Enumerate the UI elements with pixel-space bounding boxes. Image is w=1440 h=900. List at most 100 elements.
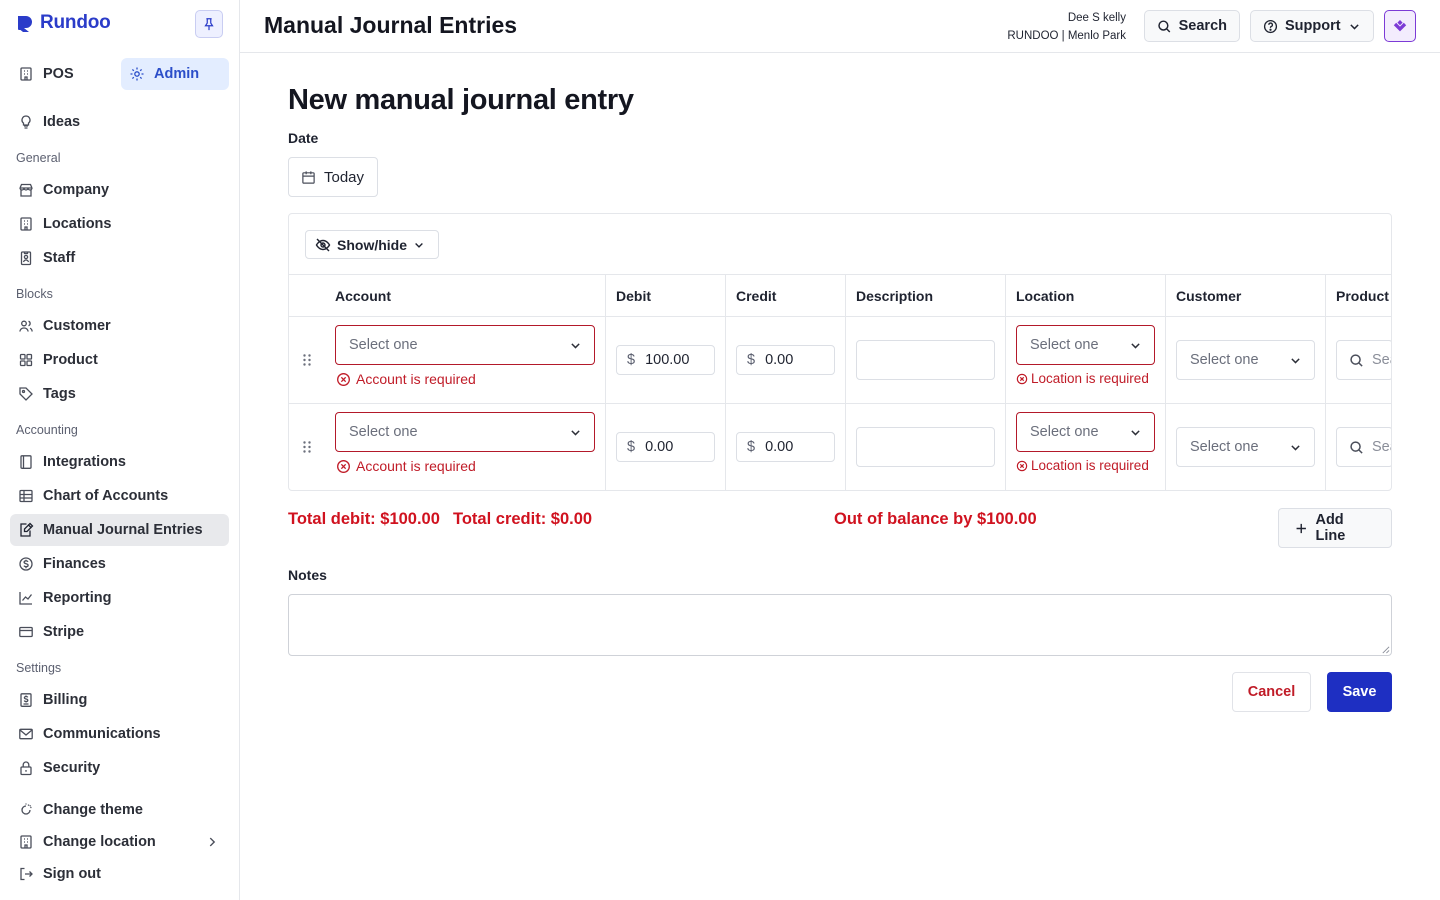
rundoo-logo[interactable]: Rundoo: [16, 12, 111, 34]
description-input[interactable]: [856, 427, 995, 467]
sidebar-item-label: Company: [43, 182, 110, 198]
user-avatar-button[interactable]: [1384, 10, 1416, 42]
grid-icon: [19, 353, 33, 367]
date-picker-button[interactable]: Today: [288, 157, 378, 197]
account-error-text: Account is required: [356, 371, 476, 387]
sidebar-item-ideas[interactable]: Ideas: [10, 106, 229, 138]
mode-pos-button[interactable]: POS: [10, 58, 115, 90]
sidebar-item-label: Product: [43, 352, 98, 368]
sidebar-item-label: Staff: [43, 250, 76, 266]
description-input[interactable]: [856, 340, 995, 380]
store-icon: [19, 183, 33, 197]
account-error: Account is required: [336, 371, 476, 387]
pin-sidebar-button[interactable]: [195, 10, 223, 38]
building-icon: [20, 835, 32, 849]
help-circle-icon: [1263, 19, 1278, 33]
sidebar-item-finances[interactable]: Finances: [10, 548, 229, 580]
sign-out-icon: [20, 867, 33, 881]
sidebar-item-manual-journal-entries[interactable]: Manual Journal Entries: [10, 514, 229, 546]
debit-value: 100.00: [645, 352, 690, 368]
sidebar-item-label: Security: [43, 760, 101, 776]
users-icon: [19, 320, 33, 332]
show-hide-columns-button[interactable]: Show/hide: [305, 230, 439, 259]
sidebar-item-change-location[interactable]: Change location: [10, 826, 229, 858]
sidebar-item-communications[interactable]: Communications: [10, 718, 229, 750]
location-select[interactable]: Select one: [1016, 412, 1155, 452]
cancel-button[interactable]: Cancel: [1232, 672, 1311, 712]
error-circle-icon: [1016, 373, 1028, 384]
mode-admin-button[interactable]: Admin: [121, 58, 229, 90]
sidebar-item-label: Finances: [43, 556, 106, 572]
sidebar-item-stripe[interactable]: Stripe: [10, 616, 229, 648]
sidebar-item-security[interactable]: Security: [10, 752, 229, 784]
debit-input[interactable]: $ 0.00: [616, 432, 715, 462]
save-button[interactable]: Save: [1327, 672, 1392, 712]
section-label-general: General: [16, 151, 61, 165]
table-row: Select one Account is required $ 0.00 $ …: [289, 404, 1391, 490]
journal-lines-table: Show/hide Account Debit Credit Descripti…: [288, 213, 1392, 491]
date-label: Date: [288, 130, 319, 146]
sidebar-item-label: Customer: [43, 318, 111, 334]
account-select-placeholder: Select one: [349, 424, 418, 440]
error-circle-icon: [337, 459, 350, 473]
column-header-location: Location: [1016, 288, 1075, 304]
eye-off-icon: [315, 238, 331, 251]
column-header-customer: Customer: [1176, 288, 1242, 304]
notes-textarea[interactable]: [288, 594, 1392, 656]
top-header: Manual Journal Entries Dee S kelly RUNDO…: [240, 0, 1440, 53]
plus-icon: [1296, 523, 1306, 533]
column-header-product: Product: [1336, 288, 1389, 304]
resize-handle-icon[interactable]: [1381, 645, 1390, 654]
user-org: RUNDOO | Menlo Park: [1007, 30, 1126, 42]
sidebar-item-label: Reporting: [43, 590, 112, 606]
credit-input[interactable]: $ 0.00: [736, 345, 835, 375]
product-search-input[interactable]: Search: [1336, 340, 1391, 380]
debit-input[interactable]: $ 100.00: [616, 345, 715, 375]
date-value: Today: [324, 168, 365, 186]
customer-select-placeholder: Select one: [1190, 352, 1259, 368]
location-select-placeholder: Select one: [1030, 337, 1099, 353]
account-select[interactable]: Select one: [335, 325, 595, 365]
location-error: Location is required: [1016, 458, 1149, 473]
sidebar-item-billing[interactable]: Billing: [10, 684, 229, 716]
chevron-down-icon: [1131, 343, 1140, 349]
sidebar-item-label: Chart of Accounts: [43, 488, 169, 504]
rundoo-logo-icon: [18, 16, 32, 32]
user-info: Dee S kelly RUNDOO | Menlo Park: [1007, 9, 1126, 45]
sidebar-item-sign-out[interactable]: Sign out: [10, 858, 229, 890]
user-name: Dee S kelly: [1067, 12, 1126, 24]
sidebar-item-customer[interactable]: Customer: [10, 310, 229, 342]
column-header-debit: Debit: [616, 288, 651, 304]
add-line-button[interactable]: Add Line: [1278, 508, 1392, 548]
account-select[interactable]: Select one: [335, 412, 595, 452]
drag-handle-icon[interactable]: [301, 440, 313, 454]
sidebar-item-label: Change location: [43, 834, 156, 850]
sidebar-item-change-theme[interactable]: Change theme: [10, 794, 229, 826]
chevron-down-icon: [1349, 23, 1359, 30]
support-button[interactable]: Support: [1250, 10, 1374, 42]
sidebar-item-label: Communications: [43, 726, 161, 742]
sidebar-item-company[interactable]: Company: [10, 174, 229, 206]
sidebar-item-reporting[interactable]: Reporting: [10, 582, 229, 614]
customer-select[interactable]: Select one: [1176, 340, 1315, 380]
sidebar-item-label: Billing: [43, 692, 88, 708]
sidebar-item-product[interactable]: Product: [10, 344, 229, 376]
sidebar-item-tags[interactable]: Tags: [10, 378, 229, 410]
sidebar-item-chart-of-accounts[interactable]: Chart of Accounts: [10, 480, 229, 512]
section-label-settings: Settings: [16, 661, 62, 675]
journal-edit-icon: [20, 522, 34, 537]
debit-currency: $: [627, 439, 636, 455]
notes-label: Notes: [288, 567, 327, 583]
sidebar-item-integrations[interactable]: Integrations: [10, 446, 229, 478]
account-select-placeholder: Select one: [349, 337, 418, 353]
customer-select[interactable]: Select one: [1176, 427, 1315, 467]
credit-input[interactable]: $ 0.00: [736, 432, 835, 462]
mode-pos-label: POS: [43, 66, 74, 82]
drag-handle-icon[interactable]: [301, 353, 313, 367]
location-select[interactable]: Select one: [1016, 325, 1155, 365]
product-search-input[interactable]: Search: [1336, 427, 1391, 467]
search-button[interactable]: Search: [1144, 10, 1240, 42]
sidebar-item-locations[interactable]: Locations: [10, 208, 229, 240]
sidebar-item-staff[interactable]: Staff: [10, 242, 229, 274]
tag-icon: [19, 387, 33, 401]
